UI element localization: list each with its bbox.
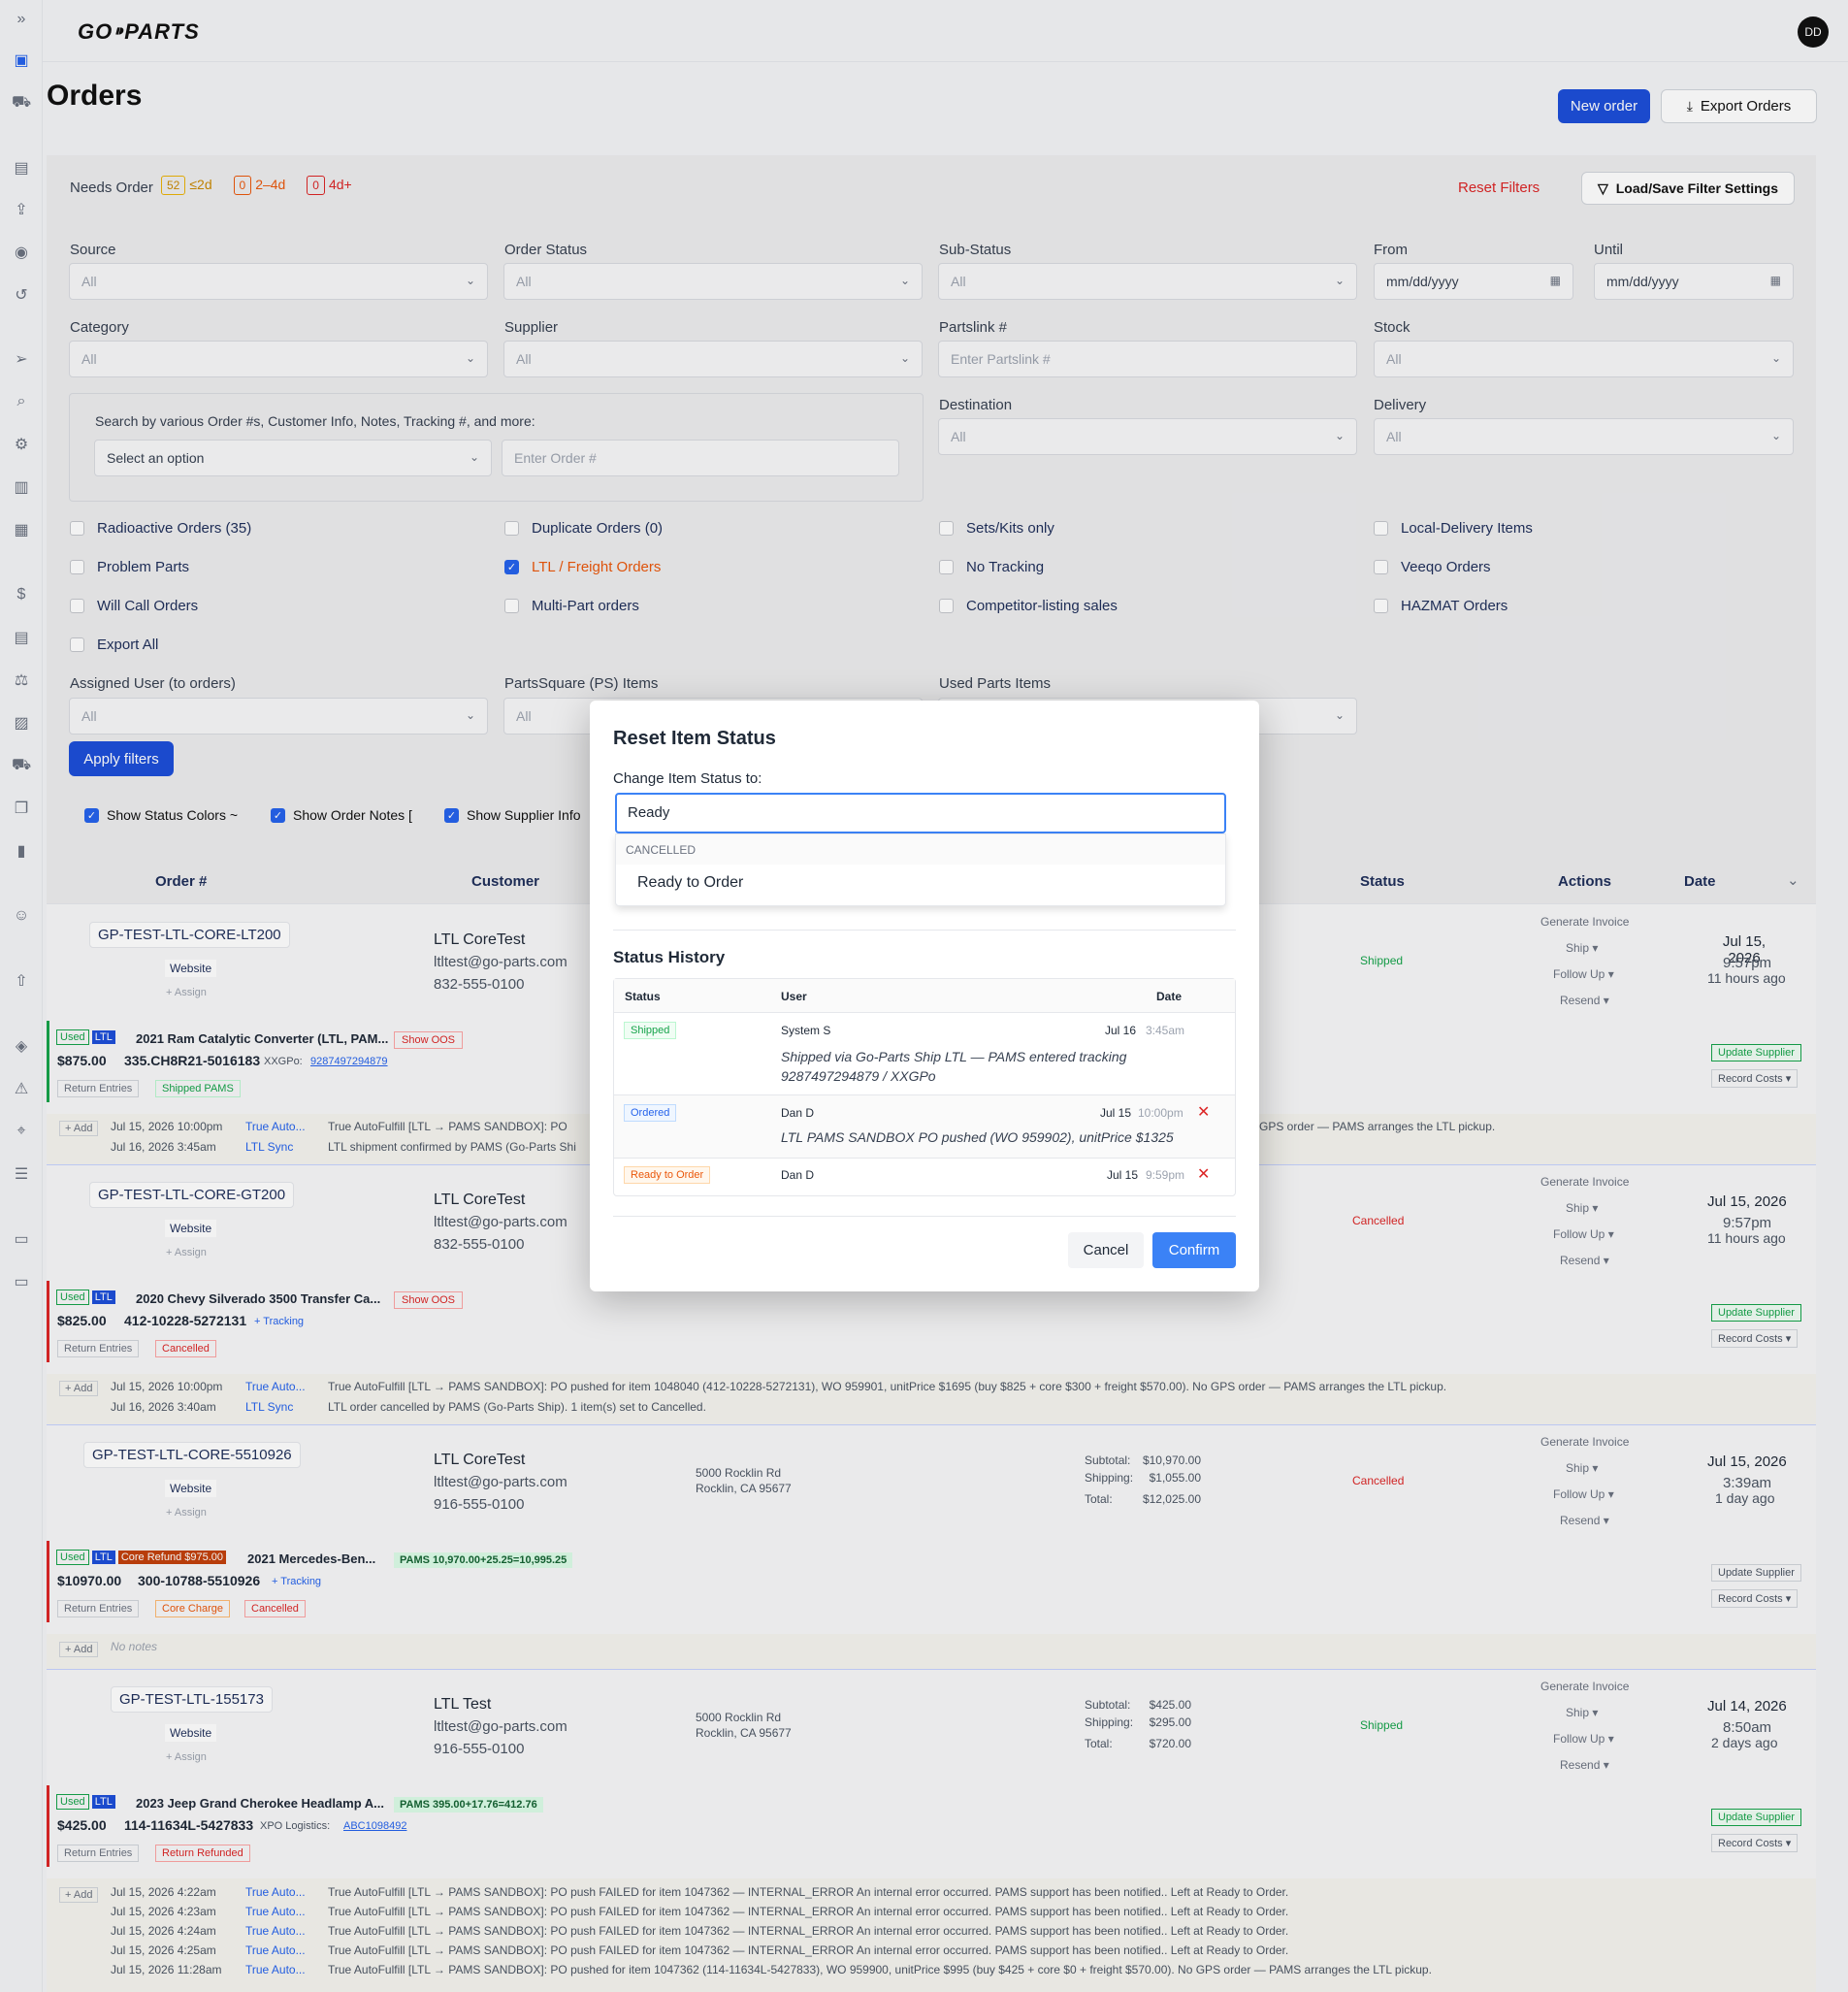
- history-date: Jul 15: [1107, 1168, 1139, 1182]
- history-col-date: Date: [1156, 990, 1183, 1003]
- delete-history-icon[interactable]: ✕: [1197, 1164, 1210, 1184]
- history-user: Dan D: [781, 1106, 815, 1120]
- history-user: Dan D: [781, 1168, 815, 1182]
- history-header: Status User Date: [614, 979, 1235, 1013]
- status-history-title: Status History: [613, 948, 726, 966]
- history-row: Ordered Dan D Jul 15 10:00pm ✕ LTL PAMS …: [614, 1095, 1235, 1159]
- history-row: Ready to Order Dan D Jul 15 9:59pm ✕: [614, 1159, 1235, 1195]
- modal-footer-divider: [613, 1216, 1236, 1217]
- history-date: Jul 15: [1100, 1106, 1132, 1120]
- dropdown-group-label: CANCELLED: [616, 834, 1225, 865]
- delete-history-icon[interactable]: ✕: [1197, 1102, 1210, 1122]
- history-note: Shipped via Go-Parts Ship LTL — PAMS ent…: [781, 1049, 1127, 1084]
- history-status-badge: Shipped: [624, 1022, 677, 1039]
- history-status-badge: Ordered: [624, 1104, 677, 1122]
- history-time: 3:45am: [1146, 1024, 1185, 1037]
- history-date: Jul 16: [1105, 1024, 1137, 1037]
- history-col-status: Status: [625, 990, 661, 1003]
- confirm-button[interactable]: Confirm: [1152, 1232, 1236, 1268]
- status-search-input[interactable]: Ready: [615, 793, 1226, 833]
- change-status-label: Change Item Status to:: [613, 770, 762, 787]
- history-col-user: User: [781, 990, 807, 1003]
- dropdown-option-ready-to-order[interactable]: Ready to Order: [616, 865, 1225, 901]
- reset-item-status-modal: Reset Item Status Change Item Status to:…: [590, 701, 1259, 1291]
- modal-divider: [613, 930, 1236, 931]
- history-row: Shipped System S Jul 16 3:45am Shipped v…: [614, 1013, 1235, 1095]
- history-time: 10:00pm: [1138, 1106, 1183, 1120]
- status-dropdown-menu: CANCELLED Ready to Order: [615, 833, 1226, 906]
- history-status-badge: Ready to Order: [624, 1166, 711, 1184]
- modal-title: Reset Item Status: [613, 728, 776, 749]
- status-history-table: Status User Date Shipped System S Jul 16…: [613, 978, 1236, 1196]
- history-user: System S: [781, 1024, 831, 1037]
- cancel-button[interactable]: Cancel: [1068, 1232, 1144, 1268]
- history-note: LTL PAMS SANDBOX PO pushed (WO 959902), …: [781, 1129, 1174, 1145]
- history-time: 9:59pm: [1146, 1168, 1185, 1182]
